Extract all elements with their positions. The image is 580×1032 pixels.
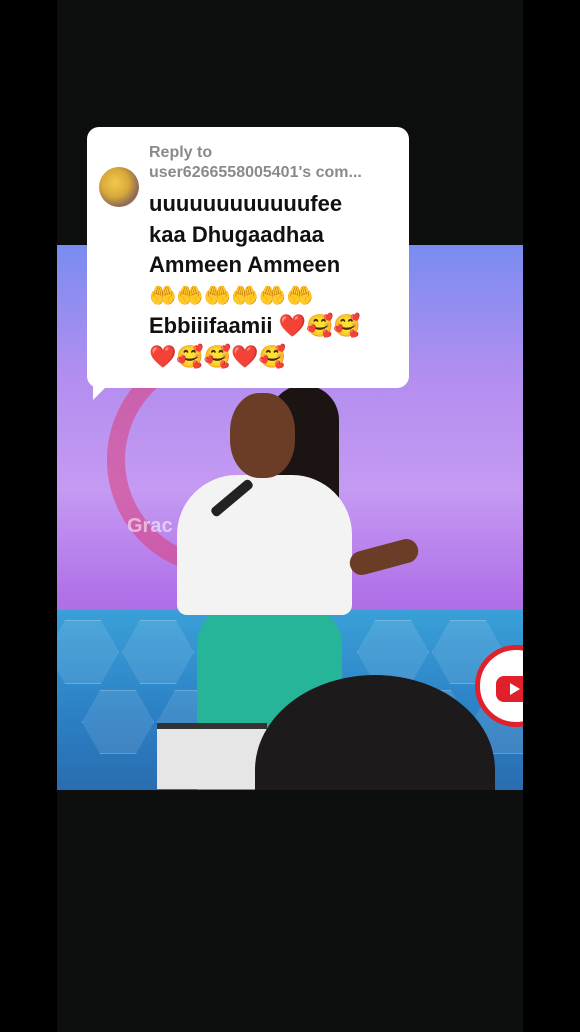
reply-comment-card[interactable]: Reply to user6266558005401's com... uuuu… [87,127,409,400]
comment-line: Ebbiiifaamii ❤️🥰🥰 [149,313,361,338]
avatar[interactable] [99,167,139,207]
reply-to-label: Reply to [149,144,213,161]
comment-line: Ammeen Ammeen [149,252,341,277]
singer-shirt [177,475,352,615]
reply-username[interactable]: user6266558005401's com... [149,163,387,183]
logo-watermark-text: Grac [127,515,173,537]
comment-line: kaa Dhugaadhaa [149,221,324,247]
comment-text: uuuuuuuuuuuufee kaa Dhugaadhaa Ammeen Am… [149,189,399,372]
comment-line: 🤲🤲🤲🤲🤲🤲 [149,282,314,308]
comment-line: ❤️🥰🥰❤️🥰 [149,343,286,369]
comment-line: uuuuuuuuuuuufee [149,191,343,216]
right-letterbox [523,0,580,1032]
singer-arm [347,536,421,578]
podium [157,723,267,789]
play-icon [496,676,523,702]
left-letterbox [0,0,57,1032]
singer-head [230,393,295,478]
